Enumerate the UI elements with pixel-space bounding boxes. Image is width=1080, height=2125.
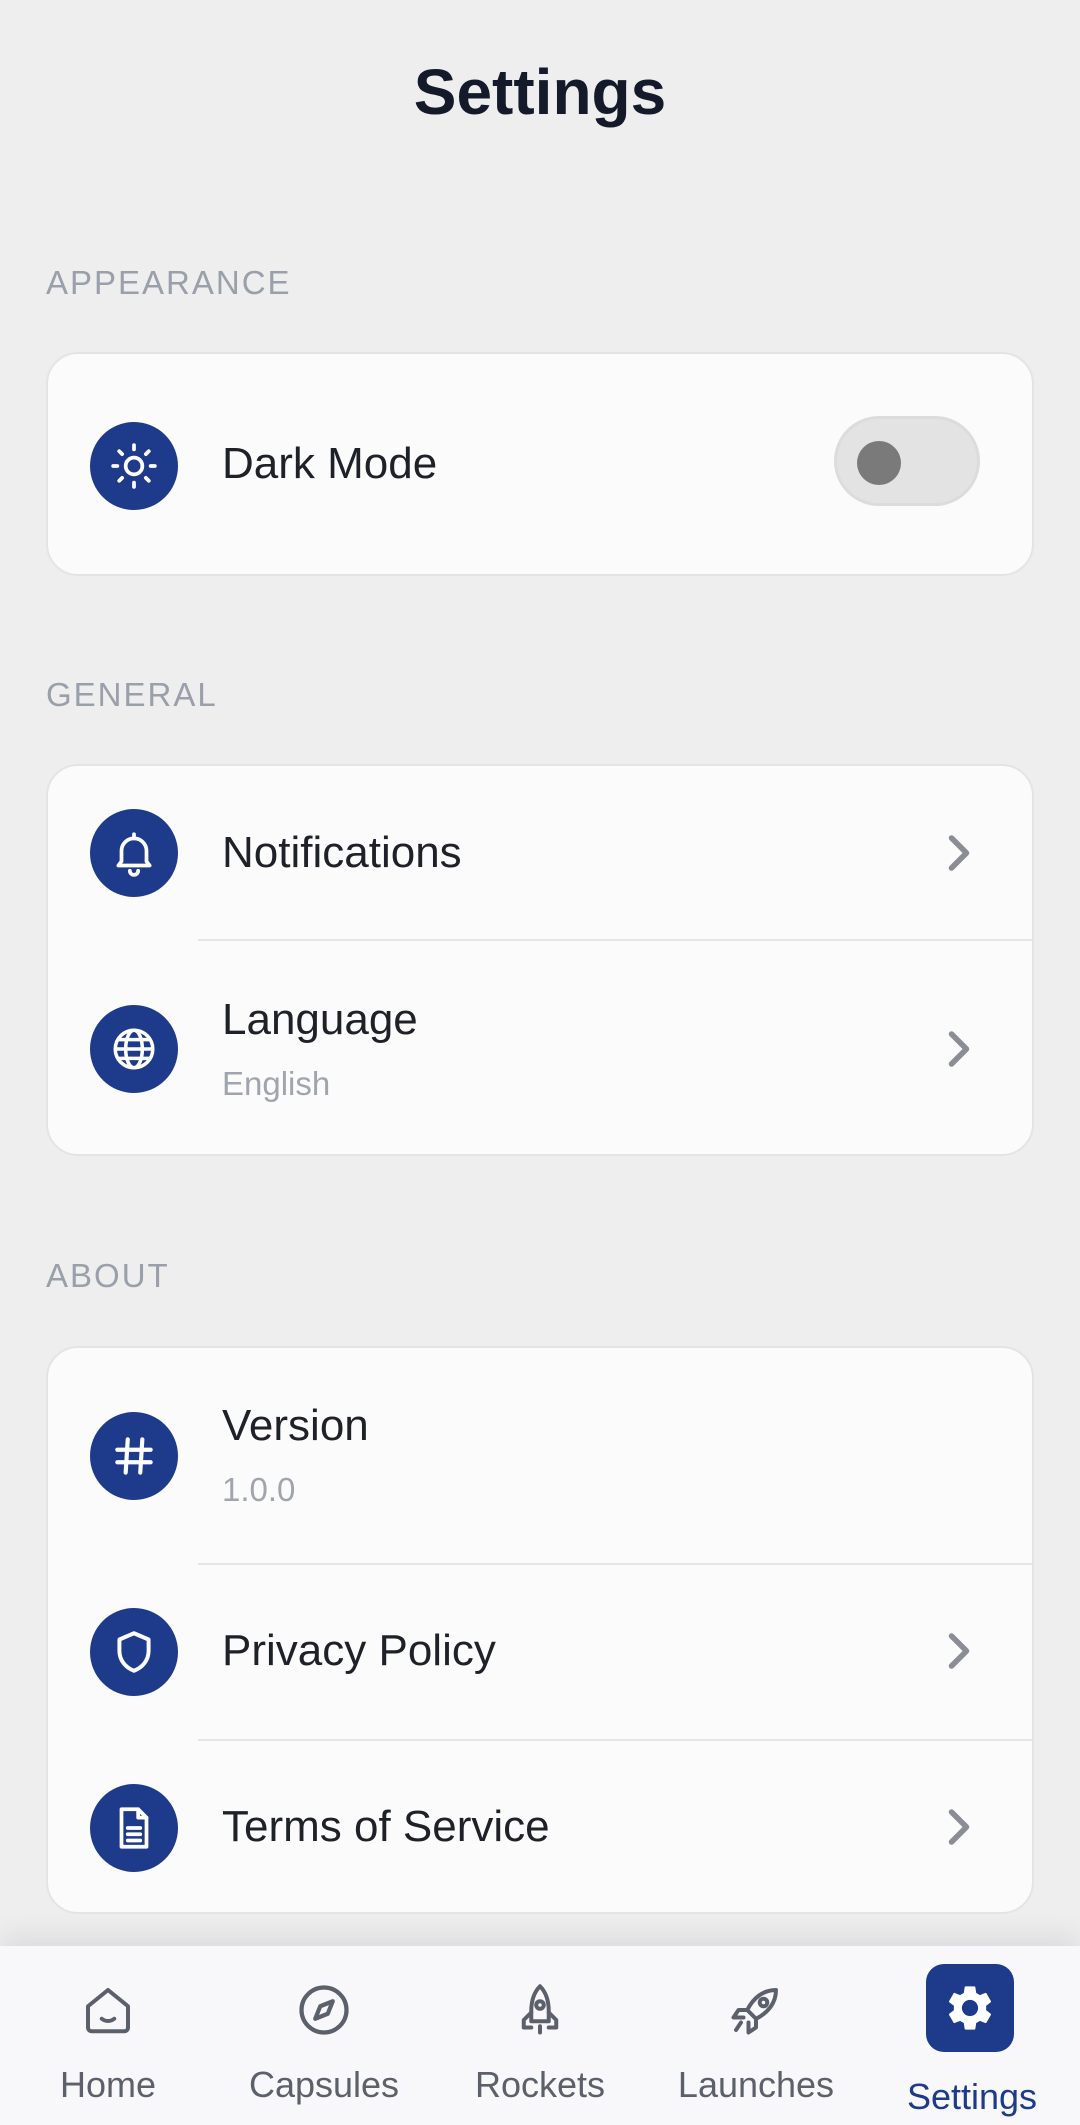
dark-mode-label: Dark Mode: [222, 439, 438, 488]
home-icon: [86, 1988, 130, 2034]
nav-label-rockets: Rockets: [474, 2064, 606, 2105]
about-card: Version 1.0.0 Privacy Policy Terms of Se…: [46, 1346, 1034, 1914]
nav-item-capsules[interactable]: Capsules: [216, 1946, 432, 2125]
language-value: English: [222, 1065, 331, 1102]
terms-of-service-label: Terms of Service: [222, 1802, 550, 1851]
shield-icon: [90, 1608, 178, 1696]
compass-icon: [299, 1985, 349, 2035]
nav-active-indicator: [926, 1964, 1014, 2052]
section-label-general: GENERAL: [46, 676, 218, 713]
privacy-policy-row[interactable]: Privacy Policy: [48, 1564, 1032, 1739]
language-row[interactable]: Language English: [48, 940, 1032, 1154]
chevron-right-icon: [948, 835, 970, 871]
nav-label-launches: Launches: [677, 2064, 835, 2105]
chevron-right-icon: [948, 1031, 970, 1067]
sun-icon: [90, 422, 178, 510]
globe-icon: [90, 1005, 178, 1093]
rocket-icon: [521, 1984, 559, 2035]
privacy-policy-label: Privacy Policy: [222, 1626, 496, 1675]
hash-icon: [90, 1412, 178, 1500]
bottom-nav: Home Capsules Rockets Launches Settings: [0, 1946, 1080, 2125]
dark-mode-row[interactable]: Dark Mode: [48, 354, 1032, 574]
language-label: Language: [222, 995, 418, 1044]
notifications-label: Notifications: [222, 828, 462, 877]
toggle-knob: [857, 441, 901, 485]
terms-of-service-row[interactable]: Terms of Service: [48, 1740, 1032, 1912]
version-label: Version: [222, 1401, 369, 1450]
nav-item-settings[interactable]: Settings: [864, 1946, 1080, 2125]
nav-label-capsules: Capsules: [248, 2064, 400, 2105]
nav-item-home[interactable]: Home: [0, 1946, 216, 2125]
bell-icon: [90, 809, 178, 897]
version-row: Version 1.0.0: [48, 1348, 1032, 1564]
version-value: 1.0.0: [222, 1471, 296, 1508]
nav-item-rockets[interactable]: Rockets: [432, 1946, 648, 2125]
chevron-right-icon: [948, 1809, 970, 1845]
launch-icon: [731, 1988, 778, 2035]
dark-mode-toggle[interactable]: [834, 416, 980, 506]
gear-icon: [948, 1986, 992, 2030]
chevron-right-icon: [948, 1633, 970, 1669]
nav-label-home: Home: [59, 2064, 157, 2105]
appearance-card: Dark Mode: [46, 352, 1034, 576]
document-icon: [90, 1784, 178, 1872]
general-card: Notifications Language English: [46, 764, 1034, 1156]
page-title: Settings: [413, 56, 667, 128]
section-label-about: ABOUT: [46, 1257, 170, 1294]
nav-item-launches[interactable]: Launches: [648, 1946, 864, 2125]
nav-label-settings: Settings: [906, 2076, 1038, 2117]
section-label-appearance: APPEARANCE: [46, 264, 292, 301]
notifications-row[interactable]: Notifications: [48, 766, 1032, 940]
